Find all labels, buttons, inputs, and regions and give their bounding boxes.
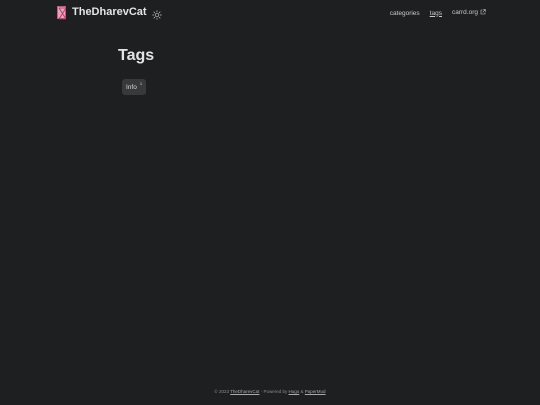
tag-label: Info <box>126 84 137 91</box>
footer-hugo-link[interactable]: Hugo <box>288 389 299 394</box>
nav-item-carrd-label: carrd.org <box>451 9 478 16</box>
tag-info[interactable]: Info 1 <box>122 79 147 95</box>
sun-icon[interactable] <box>151 7 162 20</box>
footer-papermod-link[interactable]: PaperMod <box>305 389 326 394</box>
logo-area: TheDharevCat <box>57 5 162 20</box>
logo-icon[interactable] <box>57 5 67 19</box>
external-link-icon <box>480 9 486 18</box>
tag-count: 1 <box>139 81 143 86</box>
footer-copyright: © 2023 <box>214 389 229 394</box>
page: TheDharevCat categories tags carrd.org T… <box>0 0 540 405</box>
footer-powered-by: · Powered by <box>260 389 288 394</box>
site-footer: © 2023 TheDharevCat · Powered by Hugo & … <box>0 388 540 396</box>
page-title: Tags <box>118 47 155 64</box>
site-header: TheDharevCat categories tags carrd.org <box>0 0 540 26</box>
nav-item-tags[interactable]: tags <box>430 9 442 18</box>
main-content: Tags Info 1 <box>118 46 154 95</box>
footer-site-link[interactable]: TheDharevCat <box>230 389 259 394</box>
footer-amp: & <box>300 389 304 394</box>
main-nav: categories tags carrd.org <box>380 8 486 18</box>
nav-item-carrd[interactable]: carrd.org <box>452 8 486 18</box>
nav-item-categories[interactable]: categories <box>390 9 420 18</box>
tag-list: Info 1 <box>122 79 154 95</box>
site-title[interactable]: TheDharevCat <box>72 5 147 19</box>
